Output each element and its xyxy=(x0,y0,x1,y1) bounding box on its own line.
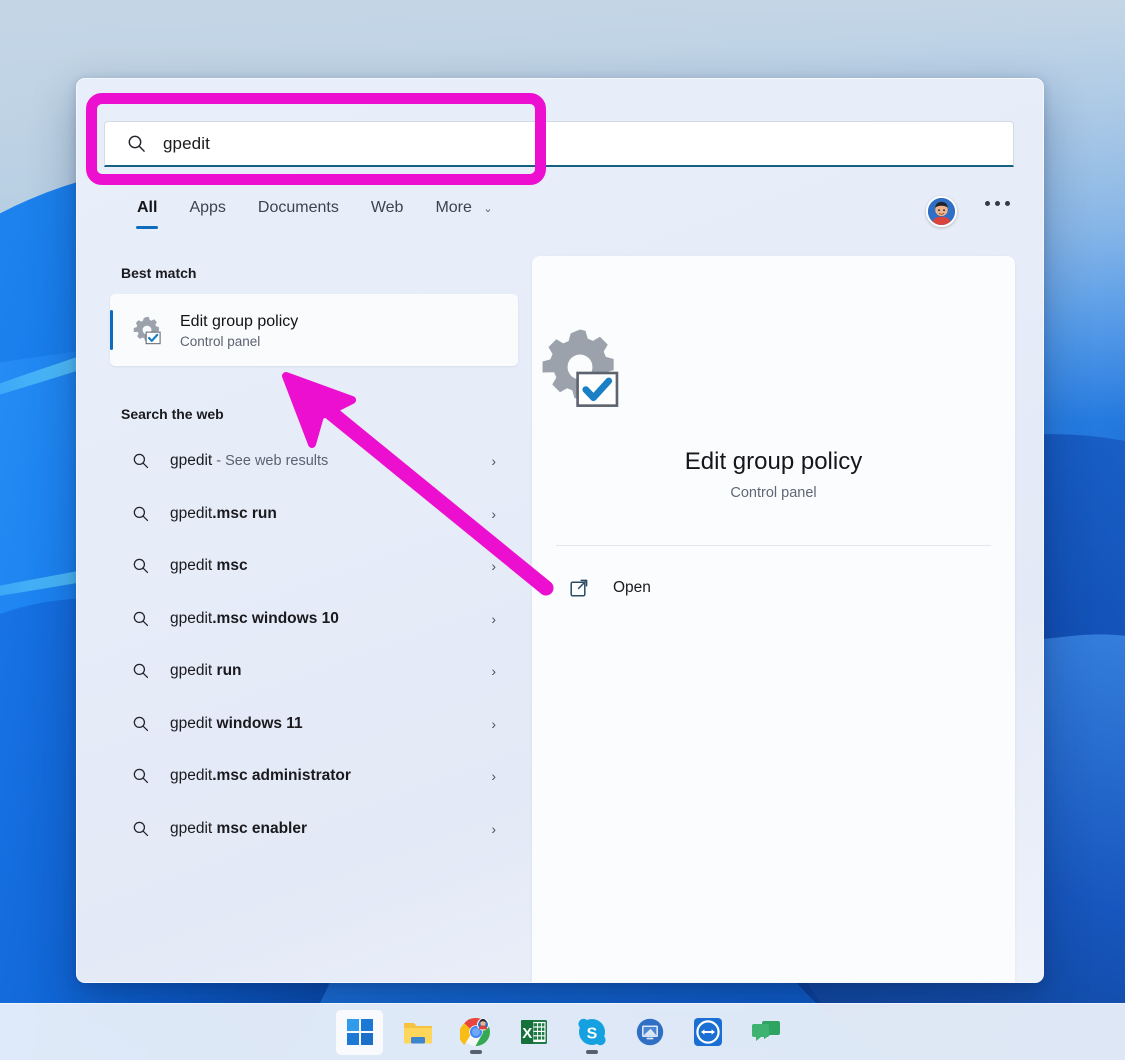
chrome-button[interactable] xyxy=(452,1010,499,1055)
web-result-label: gpedit.msc run xyxy=(170,504,277,522)
detail-subtitle: Control panel xyxy=(730,485,817,501)
search-icon xyxy=(133,558,149,574)
taskbar: X S xyxy=(0,1003,1125,1060)
teamviewer-button[interactable] xyxy=(684,1010,731,1055)
tab-web-label: Web xyxy=(370,199,404,216)
web-result-label: gpedit.msc windows 10 xyxy=(170,609,339,627)
web-result-label: gpedit.msc administrator xyxy=(170,767,351,785)
messaging-button[interactable] xyxy=(742,1010,789,1055)
search-icon xyxy=(133,716,149,731)
chevron-right-icon: › xyxy=(491,768,496,785)
chevron-right-icon: › xyxy=(491,505,496,522)
chrome-icon xyxy=(459,1017,490,1046)
search-flyout: gpedit All Apps Documents Web More ⌄ Bes… xyxy=(76,78,1044,983)
tab-web[interactable]: Web xyxy=(355,199,420,231)
search-input-value: gpedit xyxy=(163,133,210,153)
best-match-text: Edit group policy Control panel xyxy=(180,312,298,349)
chevron-right-icon: › xyxy=(491,453,496,470)
detail-divider xyxy=(556,545,991,546)
web-result-item[interactable]: gpedit.msc run › xyxy=(110,488,518,541)
chevron-right-icon: › xyxy=(491,610,496,627)
detail-title: Edit group policy xyxy=(684,448,863,475)
running-indicator xyxy=(585,1050,598,1054)
web-result-label: gpedit run xyxy=(170,662,242,680)
tab-all-label: All xyxy=(137,199,158,216)
more-options-icon[interactable] xyxy=(985,201,1010,206)
svg-text:S: S xyxy=(586,1025,597,1042)
open-button[interactable]: Open xyxy=(560,568,730,608)
monitor-icon xyxy=(636,1018,663,1046)
best-match-subtitle: Control panel xyxy=(180,333,261,349)
web-result-item[interactable]: gpedit windows 11 › xyxy=(110,698,518,751)
best-match-item[interactable]: Edit group policy Control panel xyxy=(110,294,518,366)
chevron-right-icon: › xyxy=(491,558,496,575)
start-button[interactable] xyxy=(336,1009,383,1055)
search-row: gpedit xyxy=(104,121,1014,167)
windows-start-icon xyxy=(346,1019,373,1045)
skype-button[interactable]: S xyxy=(568,1010,615,1055)
open-label: Open xyxy=(613,579,651,596)
results-column: Best match Edit group policy Control pan… xyxy=(77,265,532,982)
web-result-label: gpedit - See web results xyxy=(170,452,329,470)
teamviewer-icon xyxy=(693,1018,722,1046)
avatar-image xyxy=(928,198,955,225)
search-icon xyxy=(133,821,149,836)
dot-1 xyxy=(985,201,990,206)
chevron-right-icon: › xyxy=(491,663,496,680)
external-link-icon xyxy=(570,579,588,597)
web-results-list: gpedit - See web results › gpedit.msc run ›… xyxy=(77,435,532,855)
web-result-label: gpedit msc xyxy=(170,557,248,575)
search-icon xyxy=(133,506,149,521)
chat-bubbles-icon xyxy=(751,1021,780,1041)
chevron-down-icon: ⌄ xyxy=(483,203,493,215)
search-icon xyxy=(133,663,149,679)
web-result-item[interactable]: gpedit msc › xyxy=(110,540,518,593)
svg-text:X: X xyxy=(522,1025,532,1042)
search-icon xyxy=(133,768,149,784)
tab-documents-label: Documents xyxy=(257,199,339,216)
gear-checkbox-icon xyxy=(542,329,619,407)
search-icon xyxy=(133,611,149,626)
chevron-right-icon: › xyxy=(491,715,496,732)
search-icon xyxy=(128,135,145,152)
web-result-item[interactable]: gpedit msc enabler › xyxy=(110,803,518,856)
tab-apps-label: Apps xyxy=(189,199,226,216)
dot-2 xyxy=(995,201,1000,206)
excel-button[interactable]: X xyxy=(510,1010,557,1055)
detail-pane: Edit group policy Control panel Open xyxy=(532,256,1015,982)
tab-apps[interactable]: Apps xyxy=(173,199,241,231)
search-web-heading: Search the web xyxy=(121,406,224,422)
search-icon xyxy=(133,453,149,469)
web-result-label: gpedit msc enabler xyxy=(170,819,308,837)
gear-checkbox-icon xyxy=(133,316,161,345)
tab-more-label: More xyxy=(435,199,472,216)
file-explorer-button[interactable] xyxy=(394,1010,441,1055)
running-indicator xyxy=(469,1050,482,1054)
web-result-item[interactable]: gpedit - See web results › xyxy=(110,435,518,488)
best-match-heading: Best match xyxy=(121,265,197,281)
web-result-item[interactable]: gpedit run › xyxy=(110,645,518,698)
best-match-title: Edit group policy xyxy=(180,312,299,330)
skype-icon: S xyxy=(577,1018,606,1046)
tab-more[interactable]: More ⌄ xyxy=(419,199,508,231)
dot-3 xyxy=(1005,201,1010,206)
search-tabs: All Apps Documents Web More ⌄ xyxy=(121,199,509,231)
excel-icon: X xyxy=(520,1020,547,1044)
remote-desktop-button[interactable] xyxy=(626,1010,673,1055)
web-result-item[interactable]: gpedit.msc administrator › xyxy=(110,750,518,803)
web-result-label: gpedit windows 11 xyxy=(170,714,303,732)
tab-documents[interactable]: Documents xyxy=(242,199,355,231)
search-input[interactable]: gpedit xyxy=(104,121,1014,167)
avatar[interactable] xyxy=(926,196,957,227)
chevron-right-icon: › xyxy=(491,820,496,837)
tab-all[interactable]: All xyxy=(121,199,173,231)
folder-icon xyxy=(403,1023,432,1044)
web-result-item[interactable]: gpedit.msc windows 10 › xyxy=(110,593,518,646)
desktop: gpedit All Apps Documents Web More ⌄ Bes… xyxy=(0,0,1125,1060)
